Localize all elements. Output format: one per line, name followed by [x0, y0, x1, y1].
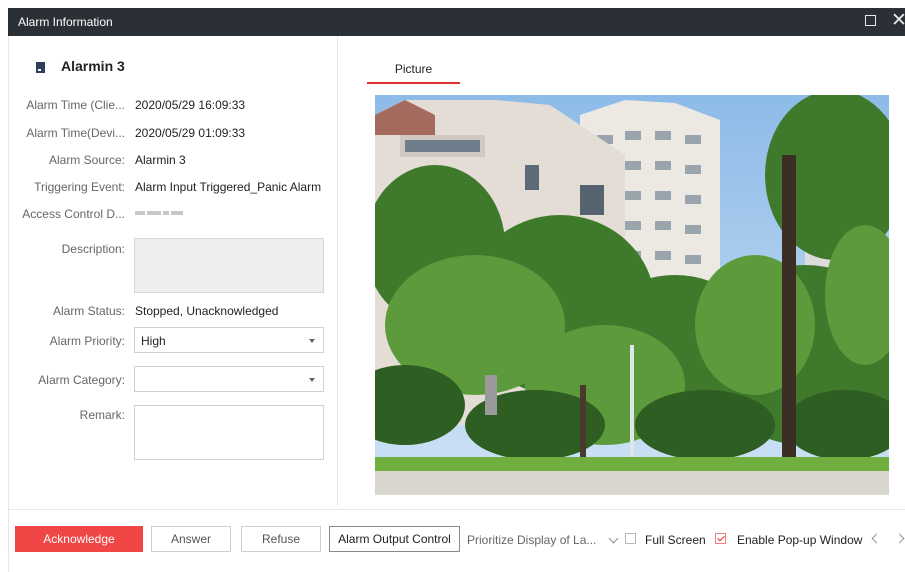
alarm-output-control-button[interactable]: Alarm Output Control: [329, 526, 460, 552]
alarm-source-value: Alarmin 3: [135, 153, 186, 167]
alarm-source-label: Alarm Source:: [48, 153, 125, 167]
window-border: [8, 36, 9, 572]
window-titlebar: Alarm Information ✕: [8, 8, 905, 36]
window-title: Alarm Information: [18, 15, 113, 29]
prioritize-display-select[interactable]: Prioritize Display of La...: [467, 533, 596, 547]
alarm-status-value: Stopped, Unacknowledged: [135, 304, 279, 318]
alarm-snapshot-image: [375, 95, 889, 495]
acknowledge-button[interactable]: Acknowledge: [15, 526, 143, 552]
enable-popup-checkbox[interactable]: [715, 533, 726, 544]
remark-label: Remark:: [79, 408, 125, 422]
alarm-name: Alarmin 3: [61, 58, 125, 74]
answer-button[interactable]: Answer: [151, 526, 231, 552]
alarm-priority-label: Alarm Priority:: [49, 334, 125, 348]
alarm-priority-value: High: [141, 334, 166, 348]
chevron-left-icon[interactable]: [871, 533, 882, 544]
access-control-device-label: Access Control D...: [22, 207, 125, 221]
remark-textarea[interactable]: [134, 405, 324, 460]
footer-divider: [8, 509, 905, 510]
enable-popup-label[interactable]: Enable Pop-up Window: [737, 533, 862, 547]
tab-picture[interactable]: Picture: [367, 60, 460, 84]
dropdown-caret-icon: [309, 378, 315, 382]
maximize-icon[interactable]: [865, 15, 876, 26]
alarm-time-client-label: Alarm Time (Clie...: [26, 98, 125, 112]
snapshot-scene: [375, 95, 889, 495]
full-screen-checkbox[interactable]: [625, 533, 636, 544]
triggering-event-value: Alarm Input Triggered_Panic Alarm: [135, 180, 322, 194]
close-icon[interactable]: ✕: [891, 11, 905, 31]
description-label: Description:: [61, 242, 125, 256]
chevron-down-icon[interactable]: [608, 533, 619, 544]
triggering-event-label: Triggering Event:: [34, 180, 125, 194]
tab-picture-label: Picture: [394, 62, 433, 76]
alarm-time-device-value: 2020/05/29 01:09:33: [135, 126, 246, 140]
full-screen-label[interactable]: Full Screen: [645, 533, 706, 547]
description-field: [134, 238, 324, 293]
alarm-time-device-label: Alarm Time(Devi...: [26, 126, 125, 140]
alarm-input-icon: [36, 62, 45, 73]
refuse-button[interactable]: Refuse: [241, 526, 321, 552]
tab-active-underline: [367, 82, 460, 84]
alarm-time-client-value: 2020/05/29 16:09:33: [135, 98, 246, 112]
alarm-priority-select[interactable]: High: [134, 327, 324, 353]
alarm-category-select[interactable]: [134, 366, 324, 392]
panel-divider: [337, 36, 338, 506]
alarm-status-label: Alarm Status:: [52, 304, 125, 318]
chevron-right-icon[interactable]: [894, 533, 905, 544]
access-control-device-value-redacted: [135, 207, 191, 219]
alarm-category-label: Alarm Category:: [38, 373, 125, 387]
dropdown-caret-icon: [309, 339, 315, 343]
